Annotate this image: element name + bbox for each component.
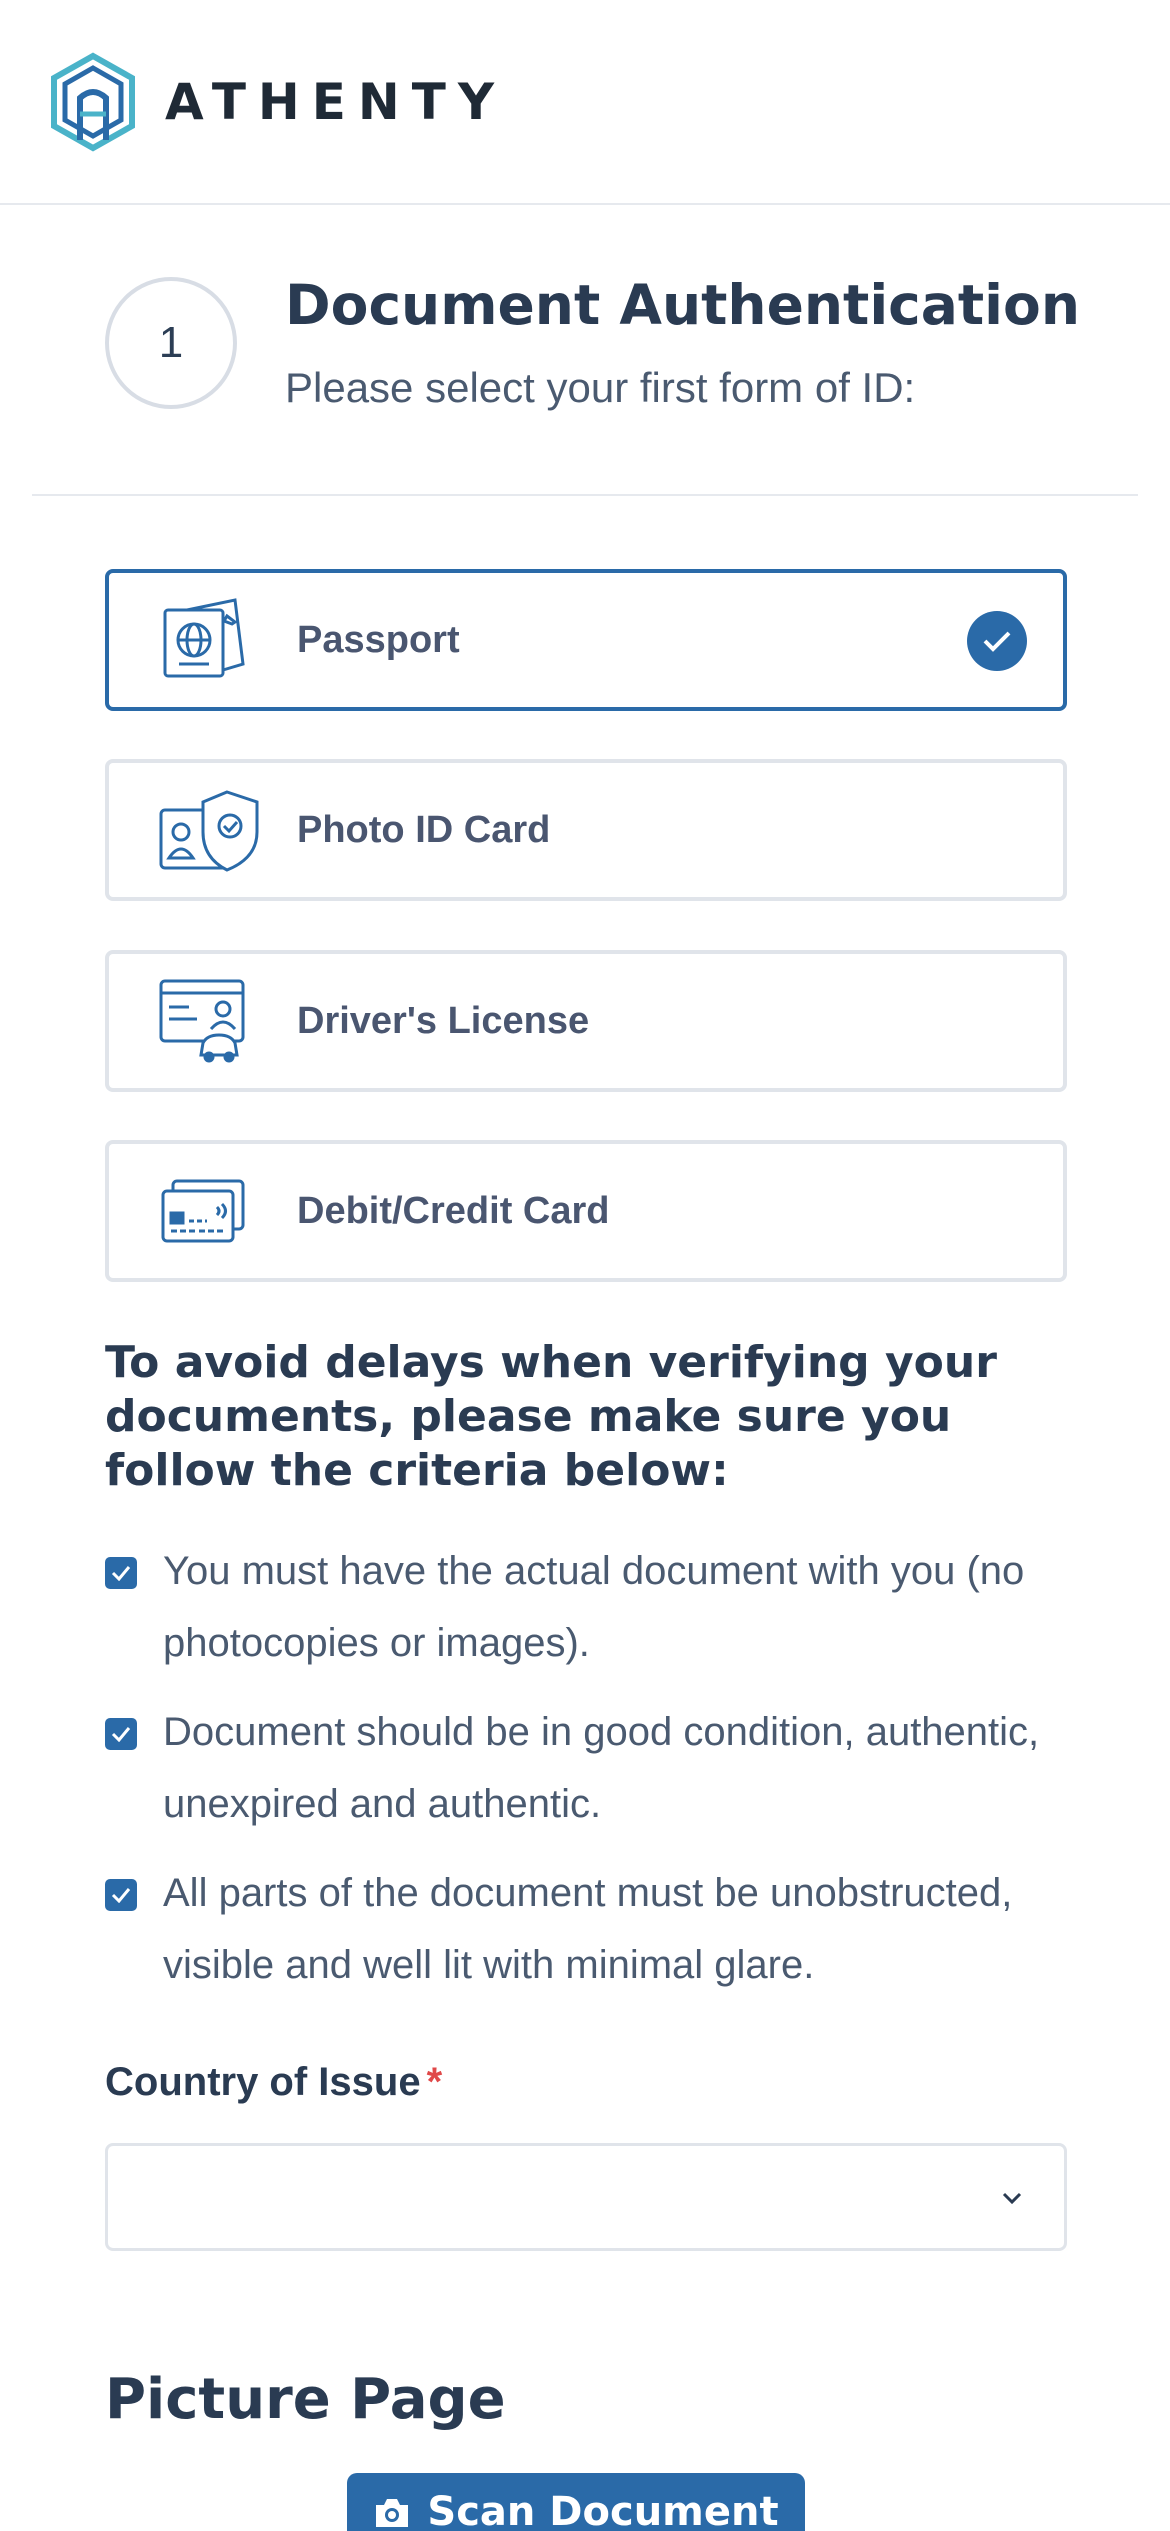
scan-document-button[interactable]: Scan Document bbox=[347, 2473, 805, 2531]
page-subtitle: Please select your first form of ID: bbox=[285, 364, 916, 411]
option-passport[interactable]: Passport bbox=[105, 569, 1067, 711]
photo-id-card-icon bbox=[159, 790, 259, 872]
option-label: Passport bbox=[297, 618, 460, 661]
section-divider bbox=[32, 494, 1138, 496]
checkbox-checked-icon bbox=[105, 1557, 137, 1589]
passport-icon bbox=[163, 598, 245, 678]
country-label-text: Country of Issue bbox=[105, 2060, 421, 2104]
criteria-text: You must have the actual document with y… bbox=[163, 1549, 1025, 1665]
checkbox-checked-icon bbox=[105, 1718, 137, 1750]
selected-check-icon bbox=[967, 611, 1027, 671]
picture-page-heading: Picture Page bbox=[105, 2367, 506, 2432]
app-header: ATHENTY bbox=[0, 0, 1170, 205]
option-label: Photo ID Card bbox=[297, 808, 551, 851]
option-label: Debit/Credit Card bbox=[297, 1189, 610, 1232]
credit-card-icon bbox=[161, 1179, 245, 1243]
chevron-down-icon bbox=[1002, 2192, 1022, 2205]
scan-button-label: Scan Document bbox=[427, 2489, 779, 2531]
criteria-text: All parts of the document must be unobst… bbox=[163, 1871, 1013, 1987]
camera-icon bbox=[376, 2499, 409, 2527]
required-asterisk: * bbox=[426, 2060, 443, 2104]
country-of-issue-select[interactable] bbox=[105, 2143, 1067, 2251]
checkbox-checked-icon bbox=[105, 1879, 137, 1911]
drivers-license-icon bbox=[159, 979, 245, 1063]
country-of-issue-label: Country of Issue * bbox=[105, 2054, 442, 2110]
option-label: Driver's License bbox=[297, 999, 590, 1042]
option-debit-credit-card[interactable]: Debit/Credit Card bbox=[105, 1140, 1067, 1282]
athenty-logo-icon bbox=[51, 52, 135, 152]
option-drivers-license[interactable]: Driver's License bbox=[105, 950, 1067, 1092]
criteria-heading: To avoid delays when verifying your docu… bbox=[105, 1337, 997, 1496]
page-title: Document Authentication bbox=[285, 273, 1080, 337]
criteria-text: Document should be in good condition, au… bbox=[163, 1710, 1040, 1826]
step-number-badge: 1 bbox=[105, 277, 237, 409]
brand-name: ATHENTY bbox=[165, 73, 507, 131]
option-photo-id-card[interactable]: Photo ID Card bbox=[105, 759, 1067, 901]
